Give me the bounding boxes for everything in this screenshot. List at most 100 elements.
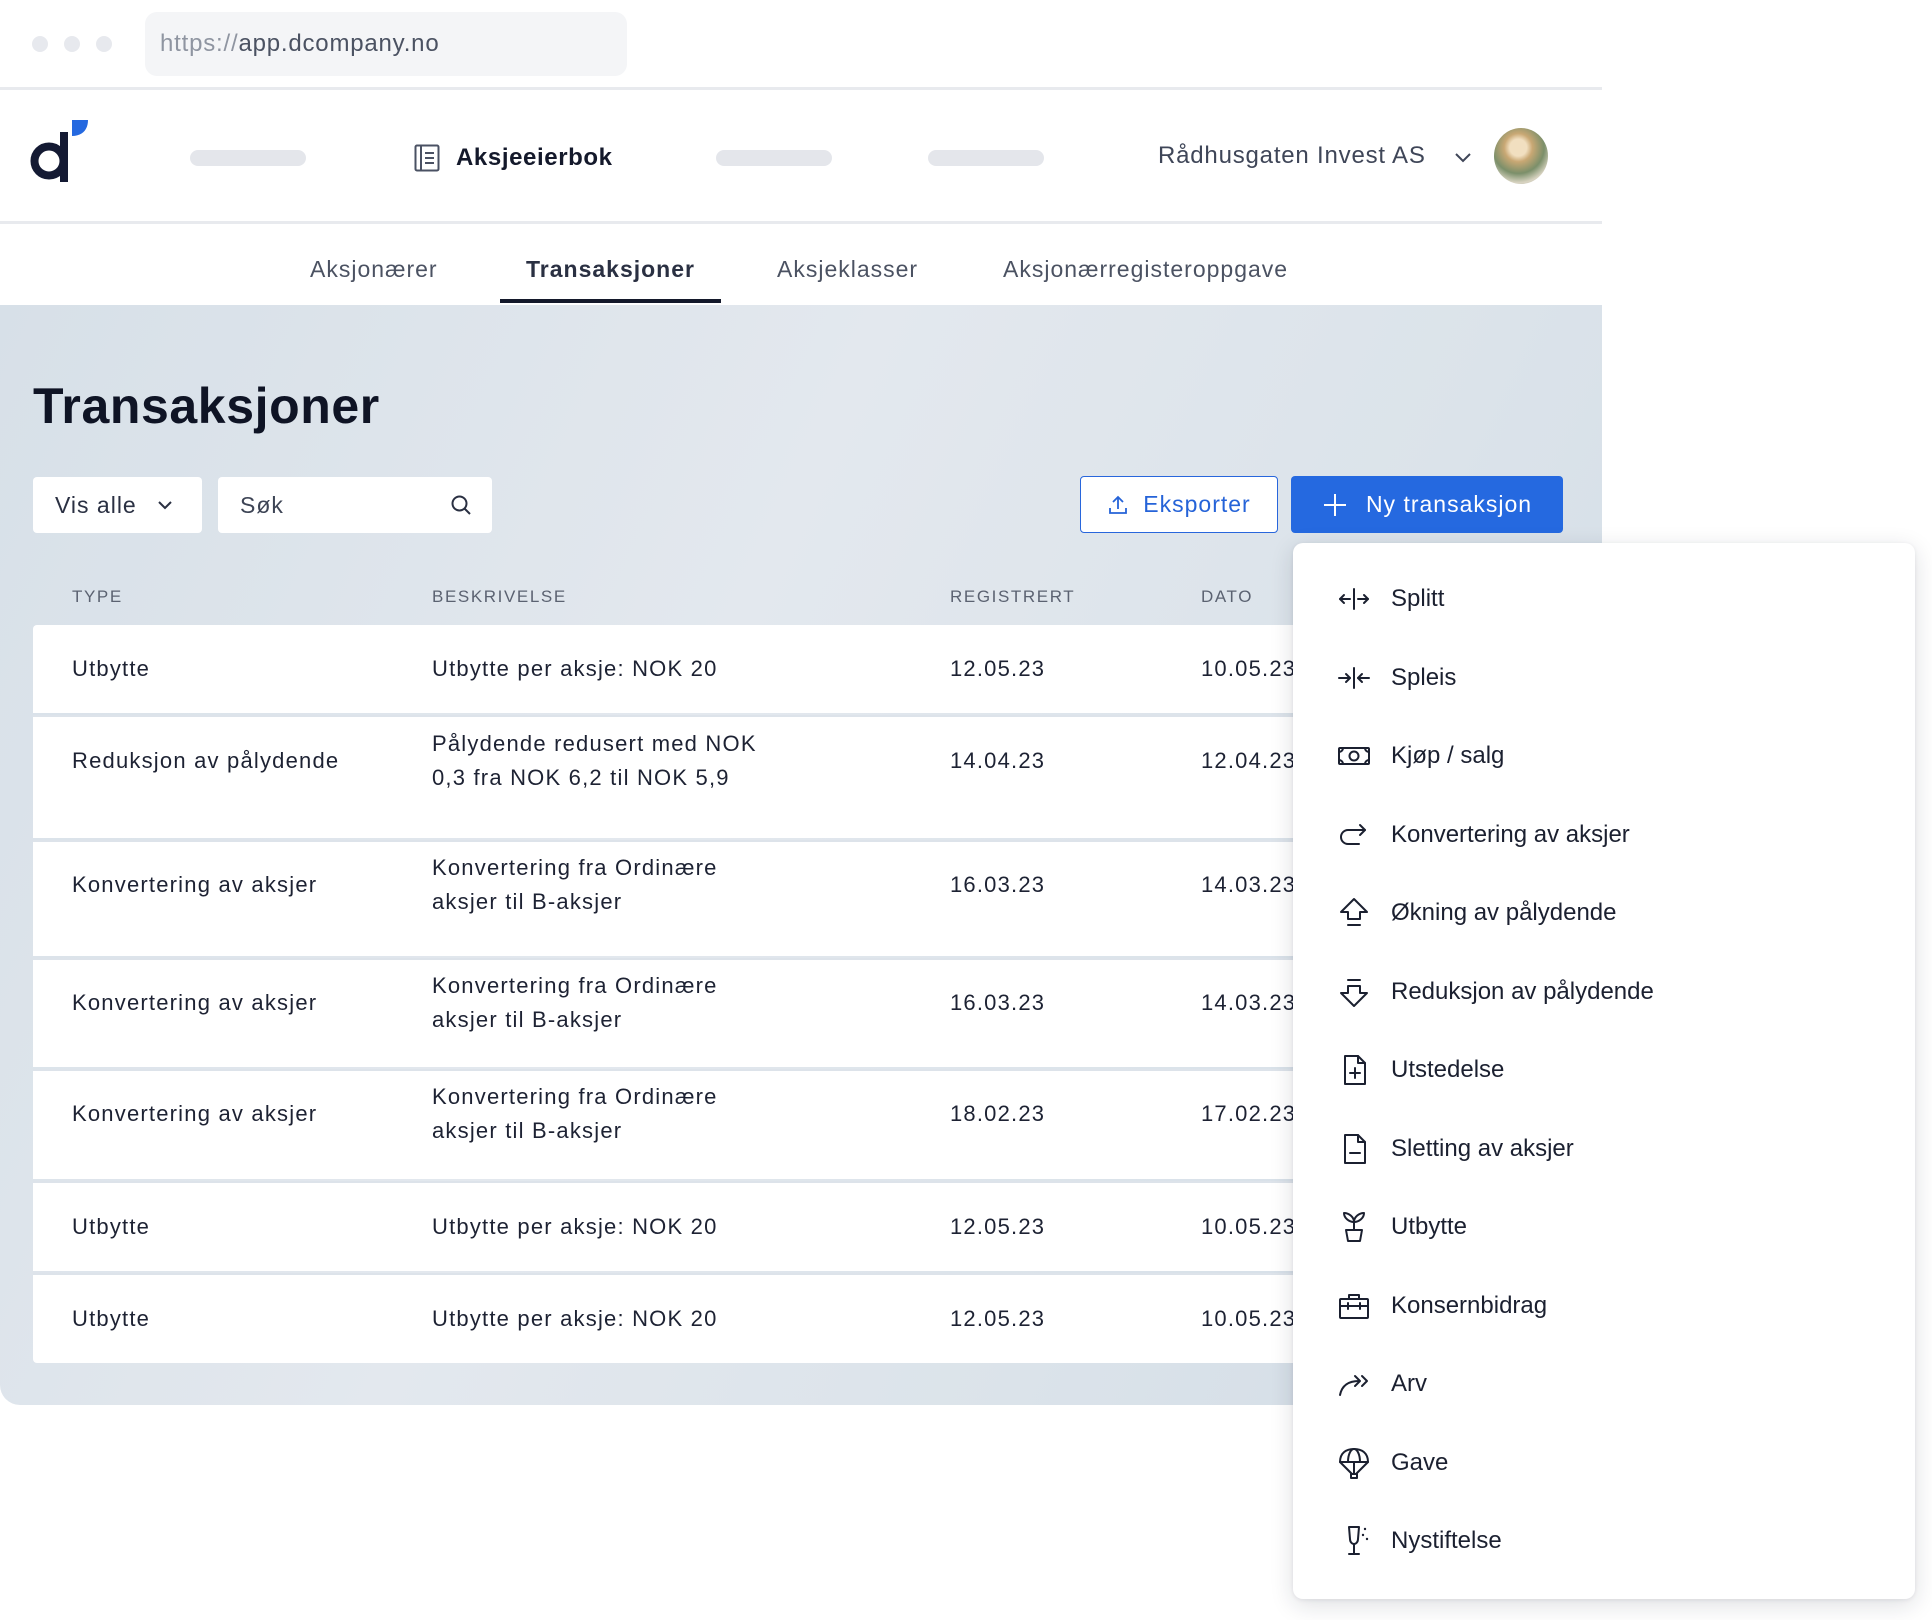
split-arrows-icon (1335, 580, 1373, 618)
tab-transaksjoner[interactable]: Transaksjoner (526, 256, 695, 283)
company-name[interactable]: Rådhusgaten Invest AS (1158, 142, 1426, 170)
menu-item-label: Utstedelse (1391, 1056, 1505, 1083)
menu-item-label: Økning av pålydende (1391, 899, 1617, 926)
cell-registrert: 16.03.23 (950, 990, 1046, 1015)
table-row[interactable]: Konvertering av aksjer Konvertering fra O… (33, 958, 1393, 1067)
menu-item-label: Gave (1391, 1448, 1449, 1476)
menu-item[interactable]: Nystiftelse (1335, 1519, 1502, 1563)
cell-dato: 17.02.23 (1201, 1101, 1297, 1126)
menu-item-label: Splitt (1391, 585, 1445, 612)
book-icon (414, 144, 440, 172)
cell-description: Konvertering fra Ordinære (432, 1084, 718, 1109)
cell-dato: 12.04.23 (1201, 748, 1297, 773)
column-header-registrert[interactable]: REGISTRERT (950, 587, 1075, 607)
menu-item-label: Arv (1391, 1370, 1427, 1397)
cell-description: Konvertering fra Ordinære (432, 973, 718, 998)
menu-item[interactable]: Arv (1335, 1362, 1427, 1406)
new-transaction-label: Ny transaksjon (1365, 491, 1533, 517)
share-arrows-icon (1335, 1365, 1373, 1403)
tab-aksjonaerer[interactable]: Aksjonærer (310, 256, 438, 283)
tab-aksjonaerregisteroppgave[interactable]: Aksjonærregisteroppgave (1003, 256, 1288, 283)
menu-item[interactable]: Kjøp / salg (1335, 734, 1504, 778)
menu-item[interactable]: Sletting av aksjer (1335, 1127, 1574, 1171)
menu-item[interactable]: Konvertering av aksjer (1335, 813, 1630, 857)
menu-item[interactable]: Utbytte (1335, 1205, 1467, 1249)
table-row[interactable]: Konvertering av aksjer Konvertering fra O… (33, 1069, 1393, 1179)
cell-registrert: 18.02.23 (950, 1101, 1046, 1126)
menu-item-label: Reduksjon av pålydende (1391, 977, 1654, 1005)
menu-item-label: Utbytte (1391, 1213, 1468, 1240)
upload-icon (1109, 495, 1128, 514)
cell-registrert: 16.03.23 (950, 872, 1046, 897)
tab-aksjeklasser[interactable]: Aksjeklasser (777, 256, 918, 283)
table-row[interactable]: Utbytte Utbytte per aksje: NOK 20 12.05.23… (33, 1181, 1393, 1271)
nav-placeholder-3[interactable] (928, 150, 1044, 166)
cell-registrert: 12.05.23 (950, 656, 1046, 681)
cell-dato: 10.05.23 (1201, 1306, 1297, 1331)
search-input[interactable]: Søk (218, 477, 492, 533)
filter-select[interactable]: Vis alle (33, 477, 202, 533)
menu-item[interactable]: Reduksjon av pålydende (1335, 970, 1654, 1014)
chevron-down-icon (158, 501, 172, 510)
page-title: Transaksjoner (33, 378, 380, 434)
window-dot-maximize[interactable] (96, 36, 112, 52)
table-row[interactable]: Utbytte Utbytte per aksje: NOK 20 12.05.23… (33, 1273, 1393, 1363)
menu-item[interactable]: Gave (1335, 1441, 1448, 1485)
export-label: Eksporter (1143, 491, 1251, 517)
merge-arrows-icon (1335, 659, 1373, 697)
cell-type: Konvertering av aksjer (72, 1101, 318, 1126)
cell-dato: 14.03.23 (1201, 872, 1297, 897)
filter-label: Vis alle (55, 491, 137, 518)
cell-registrert: 12.05.23 (950, 1214, 1046, 1239)
cell-description: Utbytte per aksje: NOK 20 (432, 1214, 718, 1239)
cell-description: Utbytte per aksje: NOK 20 (432, 1306, 718, 1331)
cell-type: Reduksjon av pålydende (72, 748, 340, 773)
menu-item[interactable]: Utstedelse (1335, 1048, 1504, 1092)
new-transaction-menu: Splitt Spleis Kjøp / salg Konvertering av a… (1293, 543, 1915, 1599)
banknote-icon (1335, 737, 1373, 775)
parachute-icon (1335, 1444, 1373, 1482)
nav-aksjeeierbok[interactable]: Aksjeeierbok (414, 140, 613, 176)
arrow-down-outline-icon (1335, 973, 1373, 1011)
menu-item[interactable]: Spleis (1335, 656, 1456, 700)
window-dot-close[interactable] (32, 36, 48, 52)
cell-registrert: 14.04.23 (950, 748, 1046, 773)
cell-dato: 10.05.23 (1201, 1214, 1297, 1239)
menu-item[interactable]: Splitt (1335, 577, 1444, 621)
nav-placeholder-2[interactable] (716, 150, 832, 166)
chevron-down-icon[interactable] (1452, 146, 1474, 168)
briefcase-icon (1335, 1287, 1373, 1325)
table-row[interactable]: Reduksjon av pålydende Pålydende redusert… (33, 715, 1393, 838)
new-transaction-button[interactable]: Ny transaksjon (1291, 476, 1563, 533)
cell-type: Utbytte (72, 1306, 151, 1331)
cell-description: aksjer til B-aksjer (432, 1007, 623, 1032)
app-header: Aksjeeierbok Rådhusgaten Invest AS (0, 90, 1602, 224)
column-header-beskrivelse[interactable]: BESKRIVELSE (432, 587, 567, 607)
column-header-dato[interactable]: DATO (1201, 587, 1253, 607)
cell-description: Konvertering fra Ordinære (432, 855, 718, 880)
menu-item-label: Kjøp / salg (1391, 742, 1505, 769)
column-header-type[interactable]: TYPE (72, 587, 123, 607)
cell-dato: 14.03.23 (1201, 990, 1297, 1015)
cell-registrert: 12.05.23 (950, 1306, 1046, 1331)
file-plus-icon (1335, 1051, 1373, 1089)
nav-placeholder-1[interactable] (190, 150, 306, 166)
export-button[interactable]: Eksporter (1080, 476, 1278, 533)
cell-description: Utbytte per aksje: NOK 20 (432, 656, 718, 681)
section-tabs: Aksjonærer Transaksjoner Aksjeklasser Ak… (0, 224, 1602, 305)
menu-item[interactable]: Økning av pålydende (1335, 891, 1617, 935)
dcompany-logo[interactable] (30, 120, 90, 186)
plus-icon (1323, 493, 1346, 516)
address-bar[interactable]: https://app.dcompany.no (145, 12, 627, 76)
cell-description: 0,3 fra NOK 6,2 til NOK 5,9 (432, 765, 730, 790)
table-row[interactable]: Utbytte Utbytte per aksje: NOK 20 12.05.23… (33, 625, 1393, 713)
cell-dato: 10.05.23 (1201, 656, 1297, 681)
table-row[interactable]: Konvertering av aksjer Konvertering fra O… (33, 840, 1393, 956)
menu-item-label: Spleis (1391, 663, 1457, 691)
browser-chrome: https://app.dcompany.no (0, 0, 1602, 90)
user-avatar[interactable] (1494, 128, 1548, 184)
menu-item-label: Sletting av aksjer (1391, 1134, 1574, 1162)
menu-item[interactable]: Konsernbidrag (1335, 1284, 1547, 1328)
window-dot-minimize[interactable] (64, 36, 80, 52)
menu-item-label: Konsernbidrag (1391, 1291, 1548, 1319)
